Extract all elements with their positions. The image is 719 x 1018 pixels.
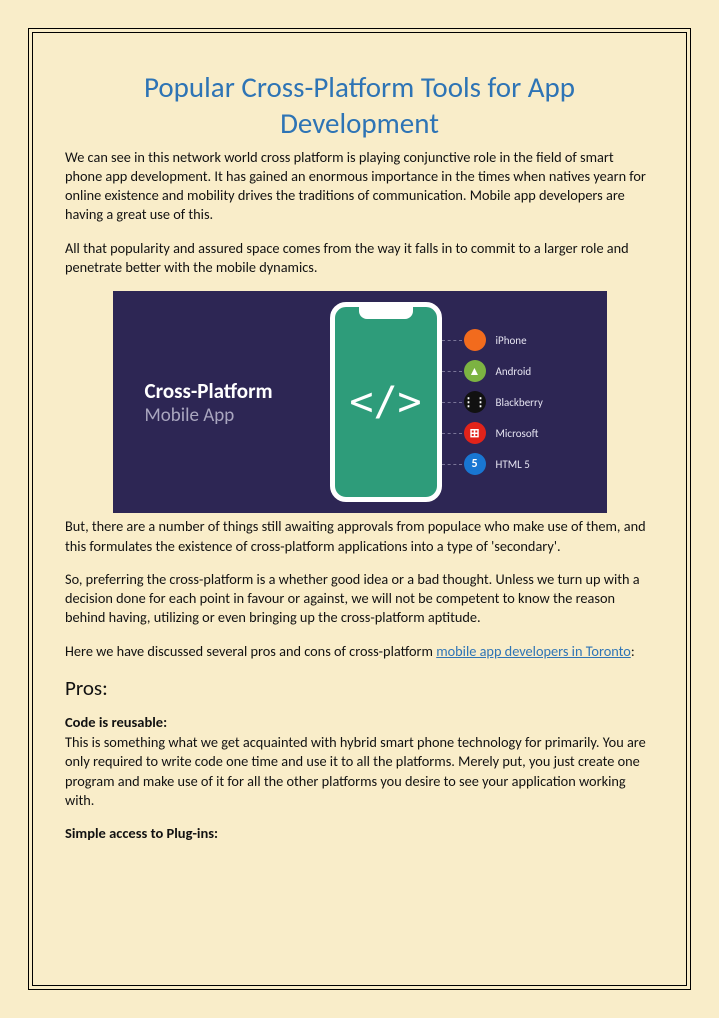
- figure-subheading: Mobile App: [145, 404, 320, 427]
- platform-row-microsoft: ⊞ Microsoft: [464, 422, 543, 444]
- pros-heading: Pros:: [65, 675, 654, 701]
- platform-label: Microsoft: [496, 427, 539, 440]
- phone-icon: </>: [330, 302, 442, 502]
- page-inner-border: Popular Cross-Platform Tools for App Dev…: [32, 32, 687, 986]
- cross-platform-figure: Cross-Platform Mobile App </> iPhone ▲ A…: [113, 291, 607, 513]
- code-reusable-body: This is something what we get acquainted…: [65, 733, 654, 810]
- platform-row-blackberry: ⋮⋮ Blackberry: [464, 391, 543, 413]
- platform-row-iphone: iPhone: [464, 329, 543, 351]
- page-outer-border: Popular Cross-Platform Tools for App Dev…: [28, 28, 691, 990]
- phone-notch-icon: [359, 307, 413, 319]
- code-icon: </>: [349, 379, 421, 425]
- figure-caption: Cross-Platform Mobile App: [145, 378, 320, 427]
- platform-label: iPhone: [496, 334, 527, 347]
- platform-label: HTML 5: [496, 458, 530, 471]
- intro-paragraph-2: All that popularity and assured space co…: [65, 239, 654, 278]
- code-reusable-heading: Code is reusable:: [65, 713, 654, 731]
- body-paragraph-4: So, preferring the cross-platform is a w…: [65, 570, 654, 628]
- platform-row-html5: 5 HTML 5: [464, 453, 543, 475]
- blackberry-icon: ⋮⋮: [464, 391, 486, 413]
- figure-heading: Cross-Platform: [145, 378, 320, 404]
- para5-post: :: [631, 642, 635, 660]
- platform-label: Blackberry: [496, 396, 543, 409]
- document-title: Popular Cross-Platform Tools for App Dev…: [65, 69, 654, 142]
- platform-row-android: ▲ Android: [464, 360, 543, 382]
- windows-icon: ⊞: [464, 422, 486, 444]
- android-icon: ▲: [464, 360, 486, 382]
- intro-paragraph-1: We can see in this network world cross p…: [65, 148, 654, 225]
- body-paragraph-5: Here we have discussed several pros and …: [65, 642, 654, 661]
- platform-list: iPhone ▲ Android ⋮⋮ Blackberry ⊞ Microso…: [464, 320, 543, 484]
- para5-pre: Here we have discussed several pros and …: [65, 642, 436, 660]
- html5-icon: 5: [464, 453, 486, 475]
- platform-label: Android: [496, 365, 532, 378]
- body-paragraph-3: But, there are a number of things still …: [65, 517, 654, 556]
- plugins-heading: Simple access to Plug-ins:: [65, 824, 654, 842]
- apple-icon: [464, 329, 486, 351]
- developers-link[interactable]: mobile app developers in Toronto: [436, 642, 631, 660]
